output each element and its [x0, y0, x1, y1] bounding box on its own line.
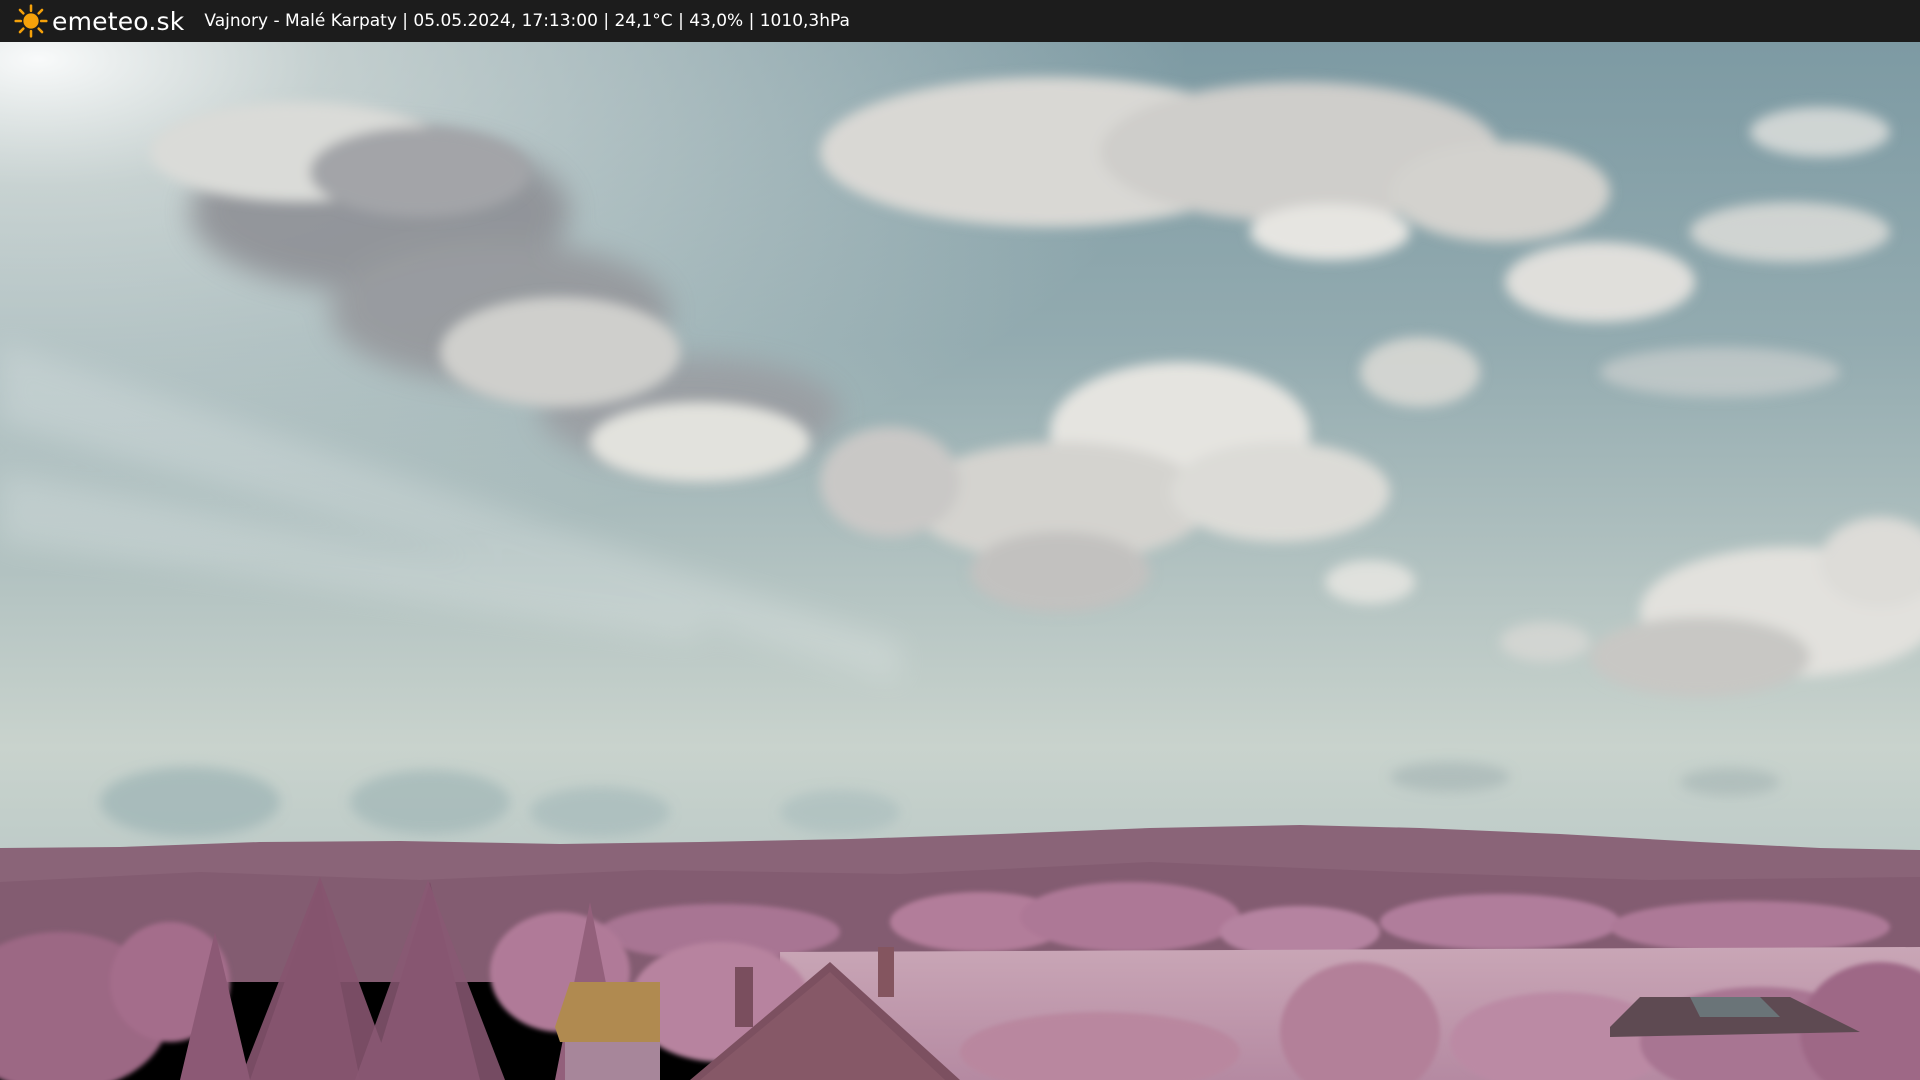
landscape-scene — [0, 42, 1920, 1080]
camera-info-text: Vajnory - Malé Karpaty | 05.05.2024, 17:… — [204, 11, 850, 31]
sun-icon — [14, 4, 48, 38]
top-bar: emeteo.sk Vajnory - Malé Karpaty | 05.05… — [0, 0, 1920, 42]
logo[interactable]: emeteo.sk — [14, 4, 184, 38]
webcam-frame: emeteo.sk Vajnory - Malé Karpaty | 05.05… — [0, 0, 1920, 1080]
webcam-image — [0, 42, 1920, 1080]
brand-name: emeteo.sk — [52, 6, 185, 36]
